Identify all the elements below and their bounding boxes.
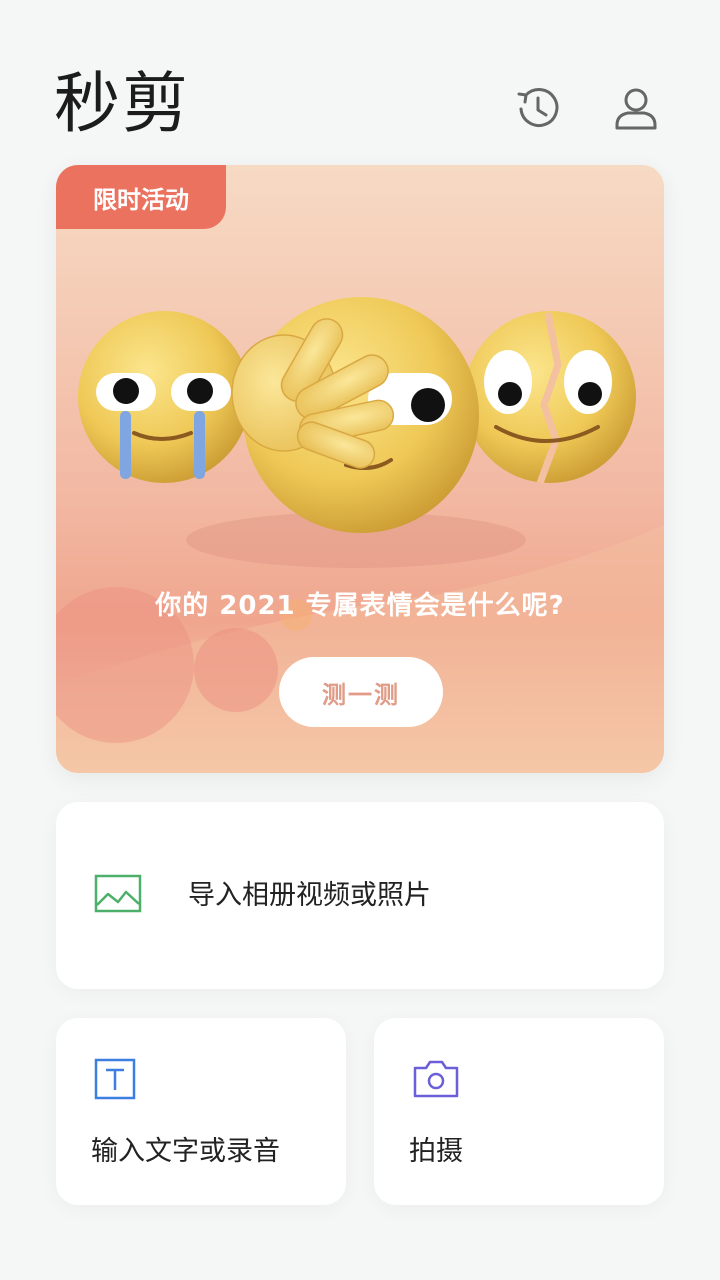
banner-caption: 你的 2021 专属表情会是什么呢? bbox=[155, 591, 565, 621]
text-t-icon bbox=[94, 1058, 136, 1100]
profile-button[interactable] bbox=[608, 80, 664, 136]
shoot-label: 拍摄 bbox=[409, 1136, 463, 1167]
shoot-card[interactable]: 拍摄 bbox=[374, 1018, 664, 1205]
user-profile-icon bbox=[615, 88, 657, 130]
camera-icon bbox=[413, 1060, 459, 1098]
history-icon bbox=[517, 88, 559, 127]
import-media-card[interactable]: 导入相册视频或照片 bbox=[56, 802, 664, 989]
app-logo: 秒剪 bbox=[54, 65, 190, 142]
promo-banner[interactable]: 限时活动 你的 2021 专属表情会是什么呢? 测一测 bbox=[56, 165, 664, 773]
import-media-label: 导入相册视频或照片 bbox=[188, 880, 431, 911]
take-quiz-button[interactable]: 测一测 bbox=[279, 657, 443, 727]
limited-event-badge: 限时活动 bbox=[56, 165, 226, 229]
text-or-voice-label: 输入文字或录音 bbox=[91, 1136, 280, 1167]
header: 秒剪 bbox=[0, 0, 720, 160]
history-button[interactable] bbox=[510, 80, 566, 136]
image-icon bbox=[94, 874, 142, 913]
text-or-voice-card[interactable]: 输入文字或录音 bbox=[56, 1018, 346, 1205]
